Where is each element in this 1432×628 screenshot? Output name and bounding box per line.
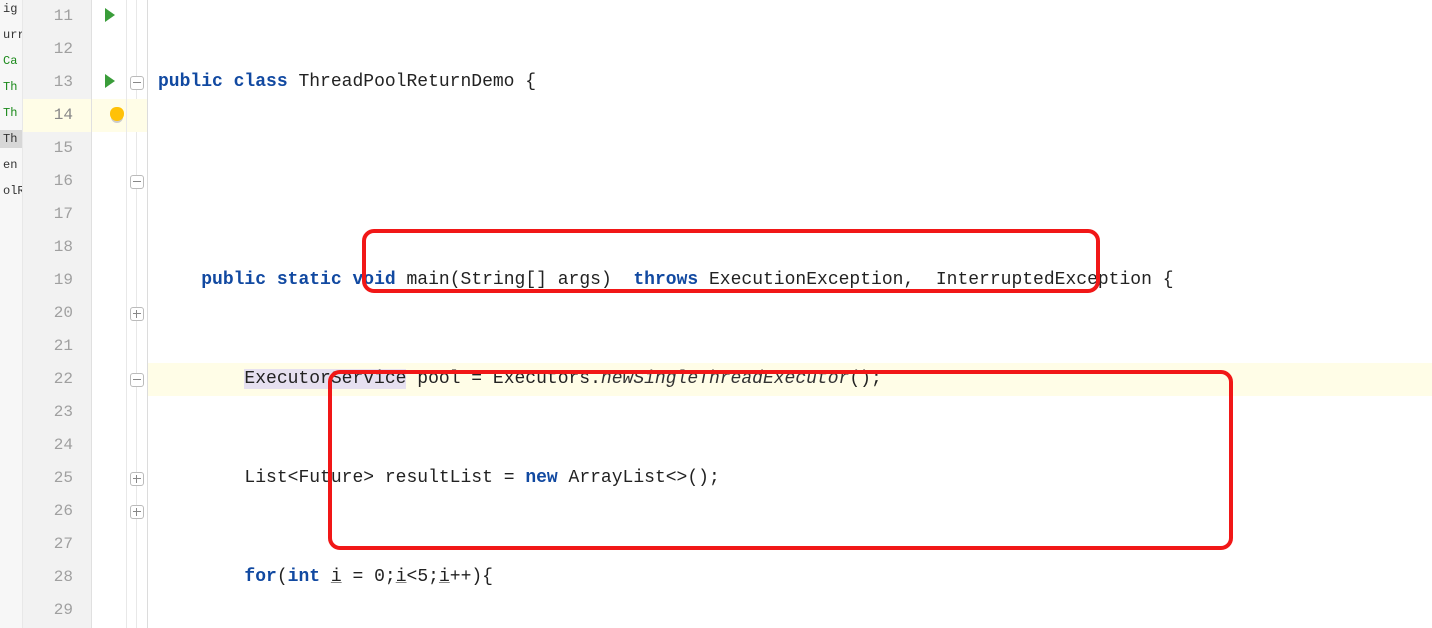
line-number[interactable]: 18 (23, 231, 91, 264)
file-tab[interactable]: en (0, 156, 22, 174)
file-tab[interactable]: olR (0, 182, 22, 200)
file-tab[interactable]: ig (0, 0, 22, 18)
line-number[interactable]: 15 (23, 132, 91, 165)
line-number[interactable]: 25 (23, 462, 91, 495)
line-number[interactable]: 22 (23, 363, 91, 396)
file-tab-strip: ig urr Ca Th Th Th en olR (0, 0, 23, 628)
fold-toggle-icon[interactable] (130, 505, 144, 519)
line-number[interactable]: 26 (23, 495, 91, 528)
fold-toggle-icon[interactable] (130, 175, 144, 189)
code-line[interactable] (148, 165, 1432, 198)
line-number[interactable]: 24 (23, 429, 91, 462)
line-number[interactable]: 23 (23, 396, 91, 429)
code-editor: igurrCaThThThenolR 111213141516171819202… (0, 0, 1432, 628)
code-area[interactable]: public class ThreadPoolReturnDemo { publ… (148, 0, 1432, 628)
intention-bulb-icon[interactable] (110, 107, 124, 121)
code-line[interactable]: for(int i = 0;i<5;i++){ (148, 561, 1432, 594)
code-line[interactable]: public static void main(String[] args) t… (148, 264, 1432, 297)
file-tab[interactable]: Ca (0, 52, 22, 70)
line-number[interactable]: 20 (23, 297, 91, 330)
line-number[interactable]: 12 (23, 33, 91, 66)
code-line[interactable]: ExecutorService pool = Executors.newSing… (148, 363, 1432, 396)
line-number[interactable]: 14 (23, 99, 91, 132)
line-number[interactable]: 29 (23, 594, 91, 627)
code-line[interactable]: List<Future> resultList = new ArrayList<… (148, 462, 1432, 495)
line-number[interactable]: 21 (23, 330, 91, 363)
line-number[interactable]: 13 (23, 66, 91, 99)
line-number[interactable]: 11 (23, 0, 91, 33)
line-number[interactable]: 16 (23, 165, 91, 198)
code-line[interactable]: public class ThreadPoolReturnDemo { (148, 66, 1432, 99)
fold-strip (127, 0, 148, 628)
fold-toggle-icon[interactable] (130, 76, 144, 90)
fold-toggle-icon[interactable] (130, 472, 144, 486)
line-number[interactable]: 28 (23, 561, 91, 594)
file-tab[interactable]: Th (0, 104, 22, 122)
file-tab[interactable]: urr (0, 26, 22, 44)
fold-toggle-icon[interactable] (130, 373, 144, 387)
line-number[interactable]: 19 (23, 264, 91, 297)
file-tab[interactable]: Th (0, 78, 22, 96)
fold-toggle-icon[interactable] (130, 307, 144, 321)
line-number[interactable]: 17 (23, 198, 91, 231)
line-number[interactable]: 27 (23, 528, 91, 561)
annotation-box (328, 370, 1233, 550)
marker-strip (92, 0, 127, 628)
file-tab[interactable]: Th (0, 130, 22, 148)
line-number-gutter: 11121314151617181920212223242526272829 (23, 0, 92, 628)
